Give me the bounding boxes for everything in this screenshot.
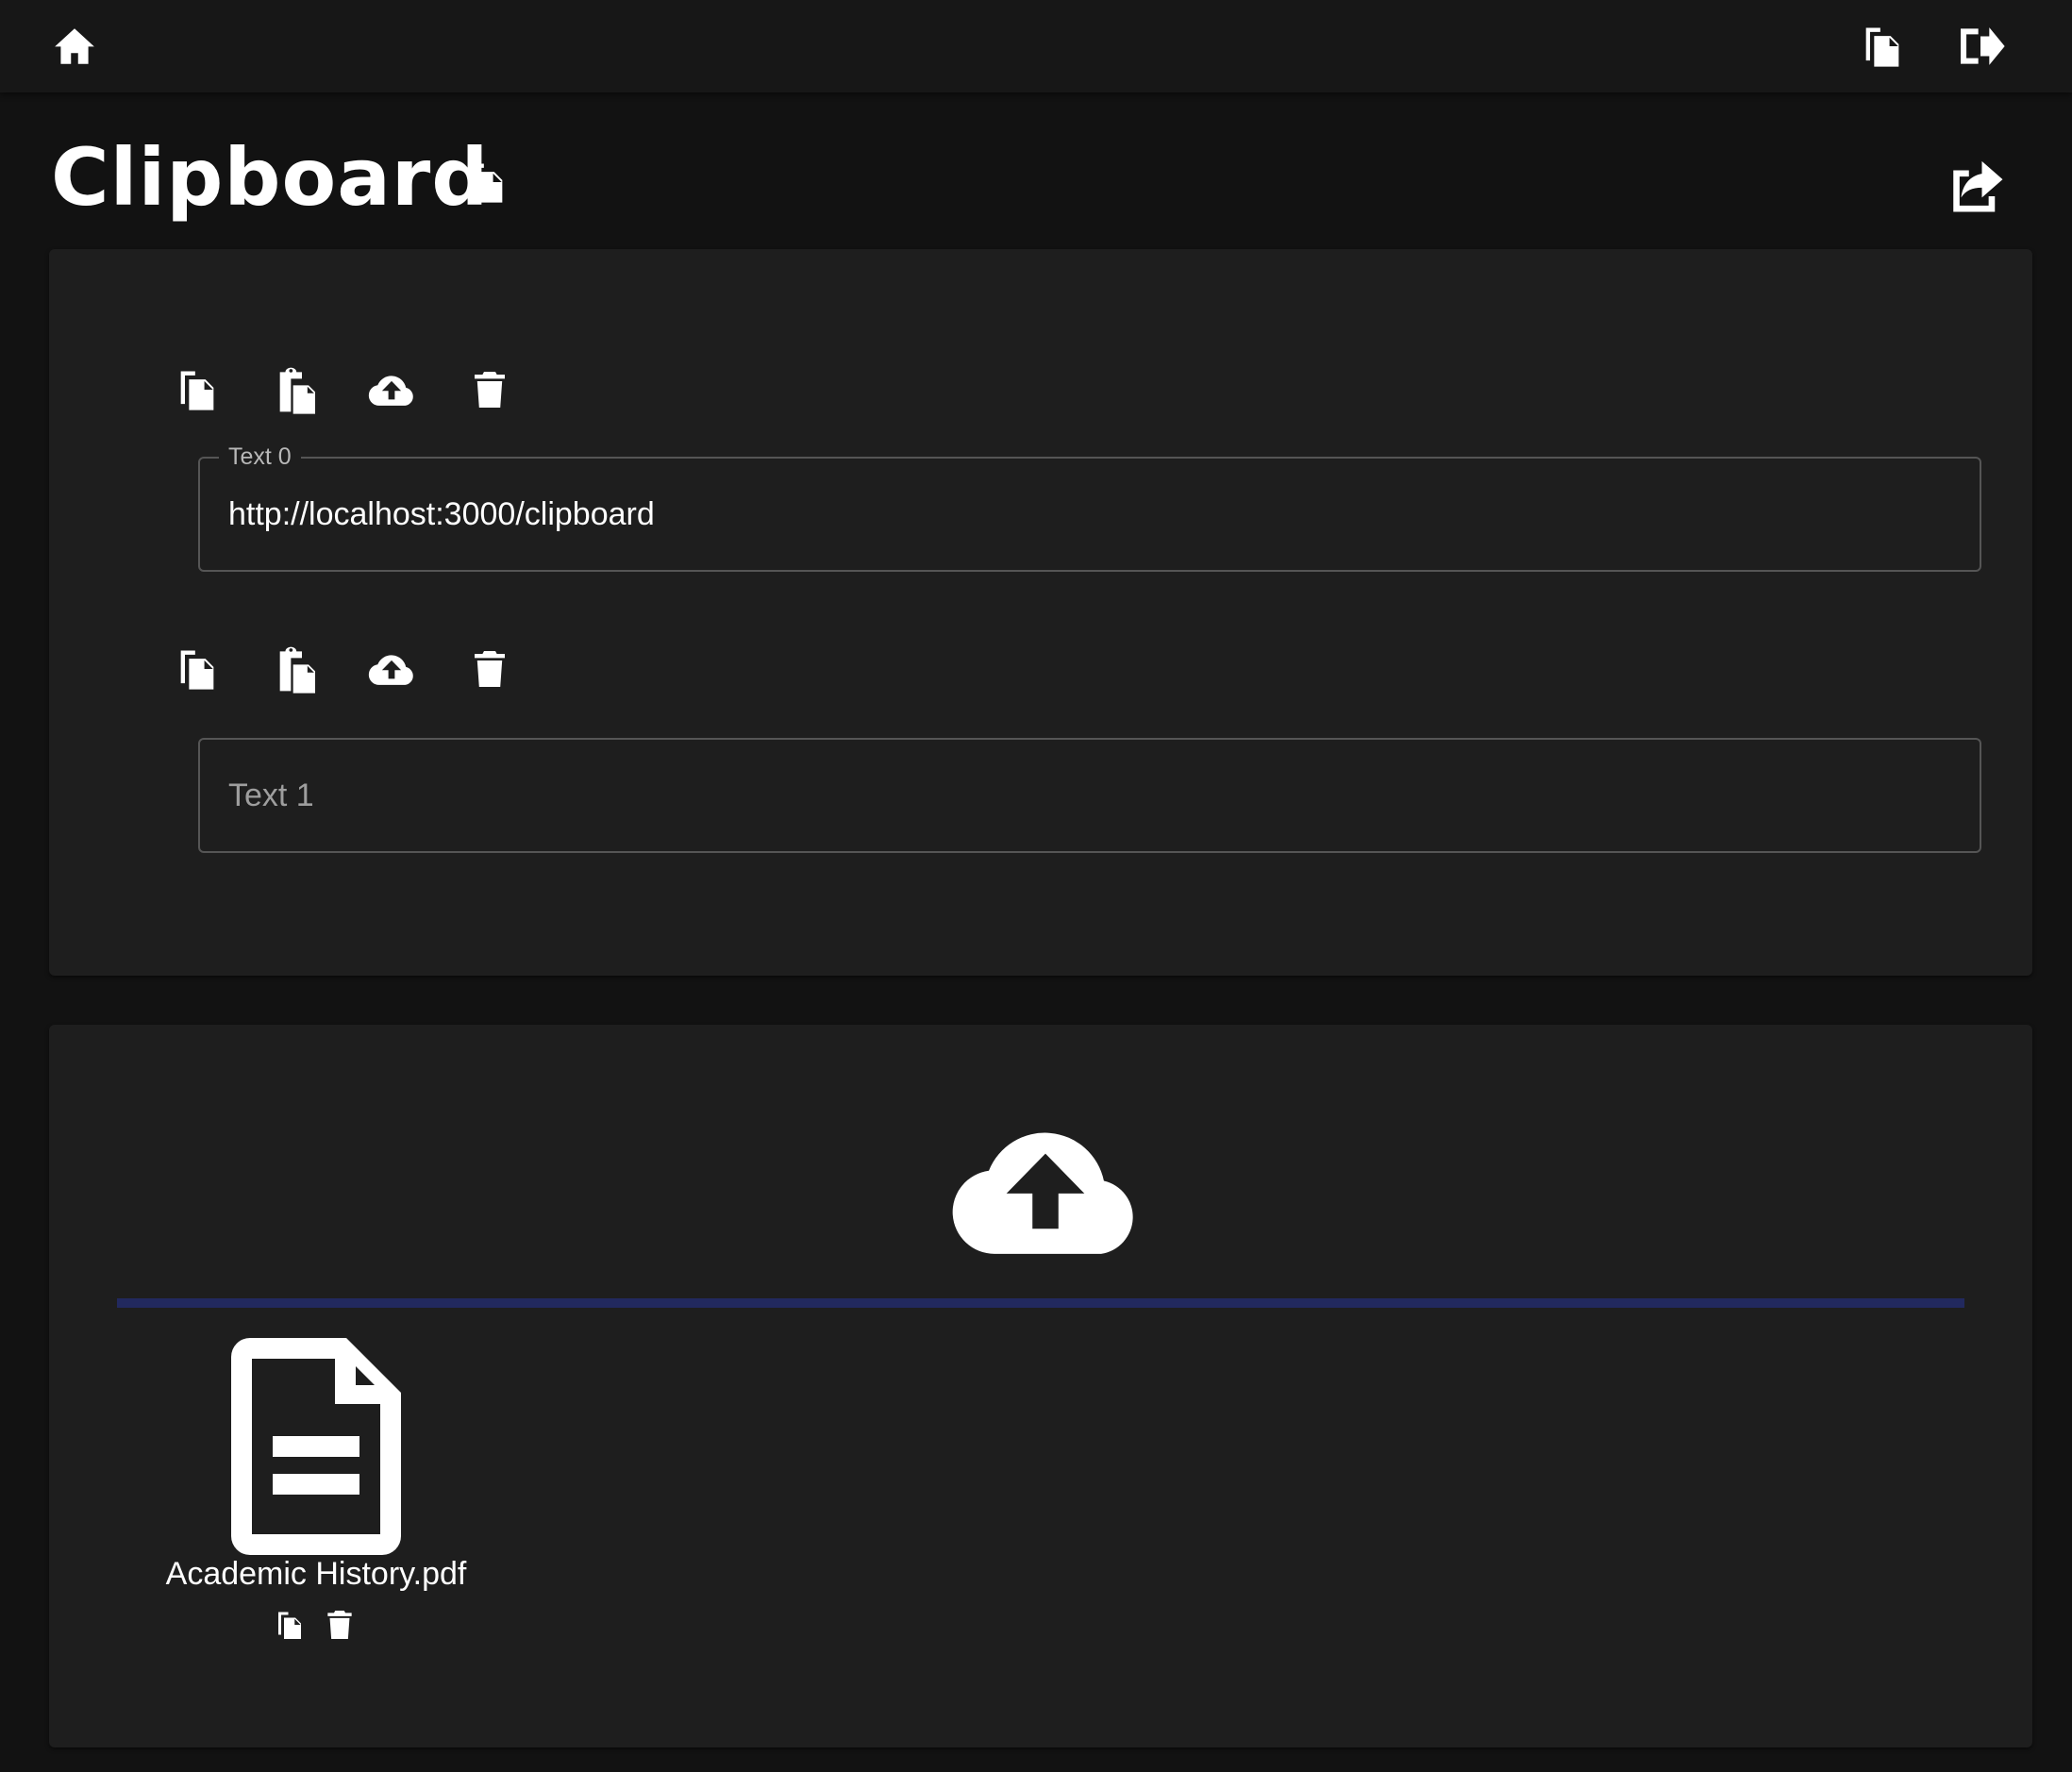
trash-icon[interactable] (459, 638, 521, 700)
upload-progress-fill (117, 1298, 1964, 1308)
text-input-1[interactable] (226, 740, 1944, 851)
text-input-0[interactable] (226, 459, 1944, 570)
text-field-1 (198, 738, 1981, 853)
copy-icon[interactable] (269, 1604, 310, 1646)
trash-icon[interactable] (319, 1604, 360, 1646)
upload-progress-bar (117, 1298, 1964, 1308)
copy-icon[interactable] (166, 638, 228, 700)
paste-icon[interactable] (264, 359, 326, 421)
copy-icon[interactable] (1855, 19, 1910, 74)
copy-icon[interactable] (457, 153, 515, 211)
home-icon[interactable] (47, 19, 102, 74)
file-document-icon (231, 1338, 401, 1555)
upload-icon[interactable] (360, 638, 423, 700)
text-entries-panel: Text 0 (49, 249, 2032, 976)
app-bar (0, 0, 2072, 92)
upload-icon[interactable] (360, 359, 423, 421)
page-title: Clipboard (51, 131, 490, 224)
text-field-0: Text 0 (198, 443, 1981, 572)
cloud-upload-icon[interactable] (934, 1113, 1157, 1264)
trash-icon[interactable] (459, 359, 521, 421)
share-icon[interactable] (1942, 151, 2012, 221)
file-name: Academic History.pdf (165, 1556, 467, 1592)
paste-icon[interactable] (264, 638, 326, 700)
copy-icon[interactable] (166, 359, 228, 421)
logout-icon[interactable] (1953, 19, 2008, 74)
